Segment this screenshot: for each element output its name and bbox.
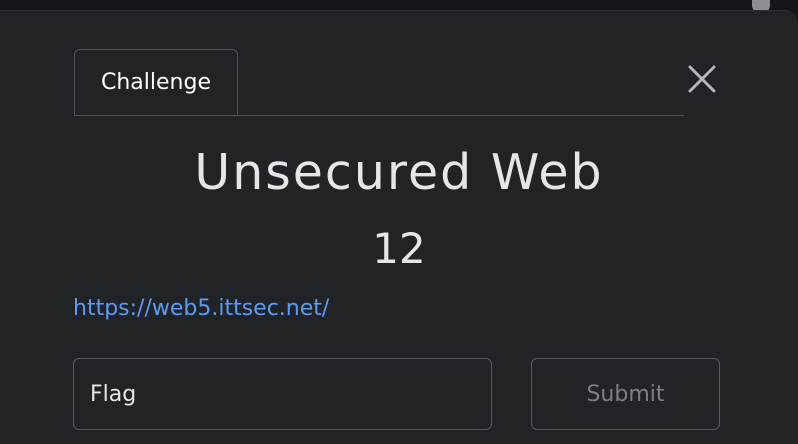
challenge-modal: Challenge Unsecured Web 12 https://web5.… bbox=[0, 10, 798, 444]
challenge-value: 12 bbox=[372, 224, 426, 273]
close-icon bbox=[688, 65, 716, 93]
close-button[interactable] bbox=[686, 63, 718, 95]
challenge-title: Unsecured Web bbox=[194, 144, 604, 201]
challenge-link[interactable]: https://web5.ittsec.net/ bbox=[73, 296, 329, 321]
submit-button[interactable]: Submit bbox=[531, 358, 720, 430]
tab-challenge[interactable]: Challenge bbox=[74, 49, 238, 115]
flag-input[interactable] bbox=[73, 358, 492, 430]
tab-bar: Challenge bbox=[74, 49, 684, 116]
